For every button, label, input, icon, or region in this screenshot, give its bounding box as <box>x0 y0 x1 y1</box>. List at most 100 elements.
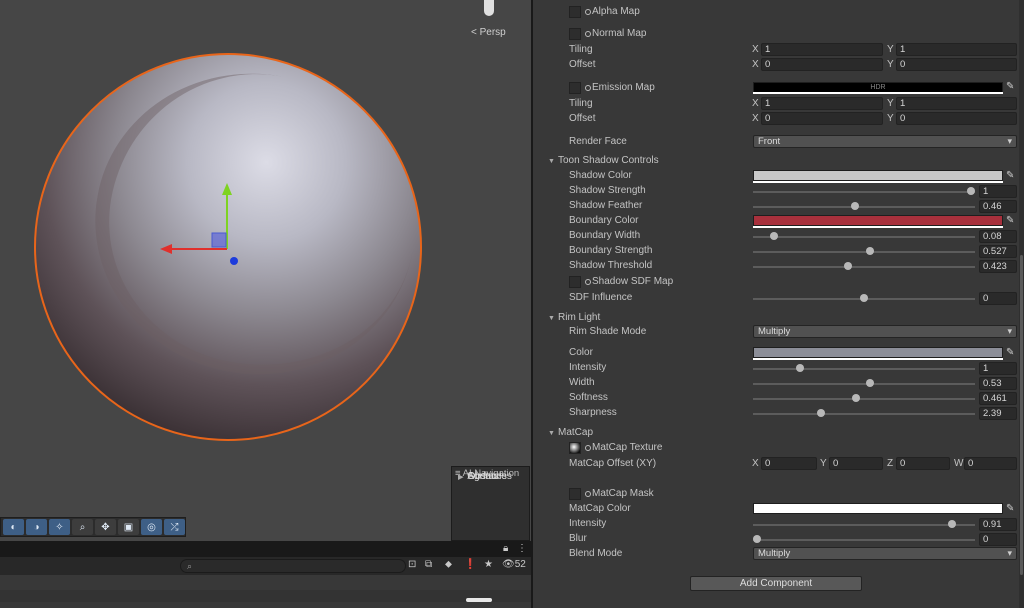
rim-sharpness-field[interactable]: 2.39 <box>979 407 1017 420</box>
rim-softness-field[interactable]: 0.461 <box>979 392 1017 405</box>
camera-icon[interactable]: ▣ <box>118 519 139 535</box>
shadow-feather-label: Shadow Feather <box>569 200 643 211</box>
emission-offset-y[interactable]: 0 <box>896 112 1017 125</box>
rim-width-field[interactable]: 0.53 <box>979 377 1017 390</box>
label-filter-icon[interactable]: ⬥ <box>445 559 452 570</box>
matcap-offset-z[interactable]: 0 <box>896 457 950 470</box>
matcap-blur-field[interactable]: 0 <box>979 533 1017 546</box>
matcap-offset-y[interactable]: 0 <box>829 457 883 470</box>
rim-color-swatch[interactable] <box>753 347 1003 358</box>
normal-tiling-x[interactable]: 1 <box>761 43 883 56</box>
shadow-sdf-map-slot[interactable] <box>569 276 581 288</box>
more-options-icon[interactable]: ⋮ <box>517 543 527 554</box>
rim-sharpness-track[interactable] <box>753 413 975 415</box>
project-scrollbar[interactable] <box>466 598 492 602</box>
shadow-strength-track[interactable] <box>753 191 975 193</box>
move-tool-icon[interactable]: ✥ <box>95 519 116 535</box>
matcap-mask-slot[interactable] <box>569 488 581 500</box>
matcap-color-swatch[interactable] <box>753 503 1003 514</box>
matcap-offset-w[interactable]: 0 <box>964 457 1017 470</box>
alpha-map-slot[interactable] <box>569 6 581 18</box>
shadow-strength-thumb[interactable] <box>967 187 975 195</box>
shadow-strength-field[interactable]: 1 <box>979 185 1017 198</box>
search-icon[interactable]: ⌕ <box>72 519 93 535</box>
boundary-color-swatch[interactable] <box>753 215 1003 226</box>
sdf-influence-field[interactable]: 0 <box>979 292 1017 305</box>
boundary-width-track[interactable] <box>753 236 975 238</box>
object-picker-icon[interactable] <box>585 31 591 37</box>
foldout-arrow-icon[interactable]: ▼ <box>548 156 555 168</box>
add-component-button[interactable]: Add Component <box>690 576 862 591</box>
rim-intensity-field[interactable]: 1 <box>979 362 1017 375</box>
emission-map-slot[interactable] <box>569 82 581 94</box>
matcap-intensity-thumb[interactable] <box>947 520 956 528</box>
object-picker-icon[interactable] <box>585 85 591 91</box>
matcap-header[interactable]: MatCap <box>558 427 593 439</box>
eyedropper-icon[interactable]: ✎ <box>1006 503 1014 515</box>
shuffle-icon[interactable]: ⤮ <box>164 519 185 535</box>
foldout-arrow-icon[interactable]: ▼ <box>548 428 555 440</box>
persp-label[interactable]: < Persp <box>471 27 506 38</box>
shadow-threshold-field[interactable]: 0.423 <box>979 260 1017 273</box>
move-gizmo[interactable] <box>150 175 250 275</box>
scene-view[interactable]: < Persp ≡ AI Navigation ▶ Surfaces ▶ Agent… <box>0 0 531 541</box>
type-filter-icon[interactable]: ⧉ <box>425 559 432 570</box>
gizmo-y-arrow <box>222 183 232 195</box>
emission-tiling-y[interactable]: 1 <box>896 97 1017 110</box>
rim-light-header[interactable]: Rim Light <box>558 312 600 324</box>
normal-map-slot[interactable] <box>569 28 581 40</box>
hierarchy-search-input[interactable]: ⌕ <box>180 559 406 573</box>
rim-shade-mode-dropdown[interactable]: Multiply <box>753 325 1017 338</box>
eyedropper-icon[interactable]: ✎ <box>1006 81 1014 93</box>
lighting-icon[interactable]: ✧ <box>49 519 70 535</box>
object-picker-icon[interactable] <box>585 491 591 497</box>
matcap-intensity-field[interactable]: 0.91 <box>979 518 1017 531</box>
shadow-color-swatch[interactable] <box>753 170 1003 181</box>
object-picker-icon[interactable] <box>585 9 591 15</box>
eyedropper-icon[interactable]: ✎ <box>1006 347 1014 359</box>
blend-mode-dropdown[interactable]: Multiply <box>753 547 1017 560</box>
toon-shadow-header[interactable]: Toon Shadow Controls <box>558 155 659 167</box>
object-picker-icon[interactable] <box>585 279 591 285</box>
matcap-texture-slot[interactable] <box>569 442 581 454</box>
normal-tiling-y[interactable]: 1 <box>896 43 1017 56</box>
render-face-dropdown[interactable]: Front <box>753 135 1017 148</box>
eyedropper-icon[interactable]: ✎ <box>1006 215 1014 227</box>
gizmos-icon[interactable]: ◎ <box>141 519 162 535</box>
draw-mode-icon[interactable]: ◑ <box>26 519 47 535</box>
ai-nav-item-obstacles[interactable]: ▶ Obstacles <box>452 467 512 486</box>
matcap-blur-track[interactable] <box>753 539 975 541</box>
sdf-influence-thumb[interactable] <box>860 294 868 302</box>
shadow-threshold-track[interactable] <box>753 266 975 268</box>
matcap-offset-x[interactable]: 0 <box>761 457 817 470</box>
lock-icon[interactable]: 🔒︎ <box>503 543 508 554</box>
rim-width-track[interactable] <box>753 383 975 385</box>
inspector-scroll-thumb[interactable] <box>1020 255 1023 575</box>
rim-softness-thumb[interactable] <box>851 394 860 402</box>
search-filter-icon[interactable]: ⊡ <box>408 559 416 570</box>
shadow-feather-track[interactable] <box>753 206 975 208</box>
rim-softness-track[interactable] <box>753 398 975 400</box>
boundary-strength-field[interactable]: 0.527 <box>979 245 1017 258</box>
warning-filter-icon[interactable]: ❗ <box>464 559 476 570</box>
foldout-arrow-icon[interactable]: ▼ <box>548 313 555 325</box>
boundary-strength-track[interactable] <box>753 251 975 253</box>
matcap-blur-thumb[interactable] <box>753 535 761 543</box>
favorite-icon[interactable]: ★ <box>484 559 493 570</box>
normal-offset-x[interactable]: 0 <box>761 58 883 71</box>
rim-intensity-track[interactable] <box>753 368 975 370</box>
shadow-threshold-thumb[interactable] <box>843 262 852 270</box>
shadow-feather-field[interactable]: 0.46 <box>979 200 1017 213</box>
rim-intensity-thumb[interactable] <box>795 364 804 372</box>
boundary-width-field[interactable]: 0.08 <box>979 230 1017 243</box>
view-orientation-gizmo[interactable] <box>484 0 494 16</box>
object-picker-icon[interactable] <box>585 445 591 451</box>
emission-tiling-x[interactable]: 1 <box>761 97 883 110</box>
shading-mode-icon[interactable]: ◐ <box>3 519 24 535</box>
normal-offset-y[interactable]: 0 <box>896 58 1017 71</box>
matcap-intensity-track[interactable] <box>753 524 975 526</box>
emission-offset-x[interactable]: 0 <box>761 112 883 125</box>
emission-map-label: Emission Map <box>592 82 655 93</box>
eyedropper-icon[interactable]: ✎ <box>1006 170 1014 182</box>
boundary-strength-thumb[interactable] <box>865 247 874 255</box>
